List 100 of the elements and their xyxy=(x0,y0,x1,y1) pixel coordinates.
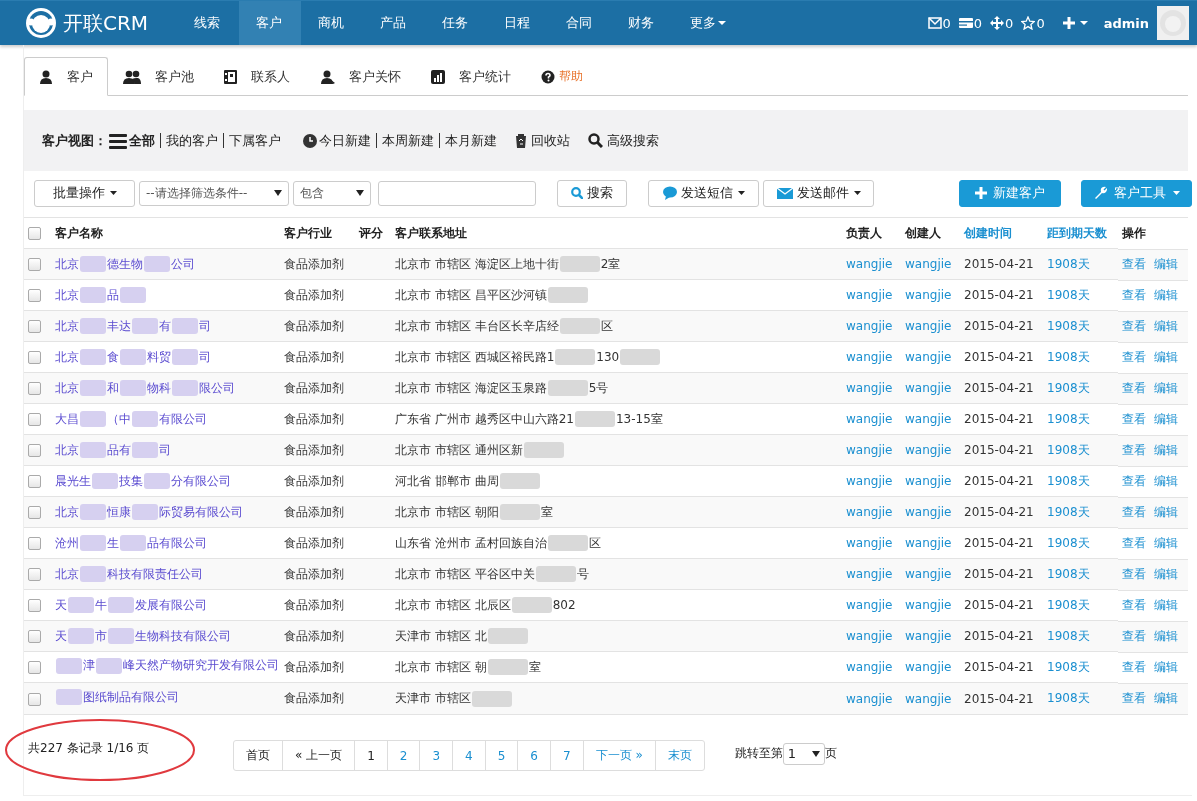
nav-menu-item[interactable]: 更多 xyxy=(673,1,745,45)
column-header[interactable]: 距到期天数 xyxy=(1047,225,1107,240)
nav-menu-item[interactable]: 日程 xyxy=(487,1,549,45)
edit-link[interactable]: 编辑 xyxy=(1154,349,1178,366)
edit-link[interactable]: 编辑 xyxy=(1154,566,1178,583)
page-number-button[interactable]: 3 xyxy=(419,741,453,770)
page-number-button[interactable]: 2 xyxy=(386,741,420,770)
owner-link[interactable]: wangjie xyxy=(846,350,893,364)
view-link[interactable]: 查看 xyxy=(1122,535,1146,552)
creator-link[interactable]: wangjie xyxy=(905,474,952,488)
customer-name-link[interactable]: 大昌 xyxy=(55,410,79,428)
view-link[interactable]: 查看 xyxy=(1122,256,1146,273)
row-checkbox[interactable] xyxy=(28,289,41,302)
customer-name-link[interactable]: 有限公司 xyxy=(159,410,207,428)
customer-name-link[interactable]: 料贸 xyxy=(147,348,171,366)
view-link[interactable]: 查看 xyxy=(1122,597,1146,614)
creator-link[interactable]: wangjie xyxy=(905,598,952,612)
batch-action-button[interactable]: 批量操作 xyxy=(34,179,135,207)
customer-name-link[interactable]: 丰达 xyxy=(107,317,131,335)
period-link[interactable]: 今日新建 xyxy=(319,131,371,150)
page-number-button[interactable]: 1 xyxy=(354,741,387,770)
customer-name-link[interactable]: 分有限公司 xyxy=(171,472,231,490)
period-link[interactable]: 本周新建 xyxy=(382,131,434,150)
customer-name-link[interactable]: 生 xyxy=(107,534,119,552)
next-page-button[interactable]: 下一页 » xyxy=(582,741,655,770)
page-select[interactable]: 1 xyxy=(782,742,825,765)
customer-name-link[interactable]: 北京 xyxy=(55,255,79,273)
page-number-button[interactable]: 7 xyxy=(550,741,583,770)
customer-name-link[interactable]: 际贸易有限公司 xyxy=(159,503,243,521)
customer-name-link[interactable]: 科技有限责任公司 xyxy=(107,565,203,583)
customer-name-link[interactable]: 北京 xyxy=(55,503,79,521)
notification-counter[interactable]: 0 xyxy=(1021,15,1045,31)
customer-name-link[interactable]: 北京 xyxy=(55,379,79,397)
tab[interactable]: 客户池 xyxy=(108,57,209,96)
owner-link[interactable]: wangjie xyxy=(846,598,893,612)
tab[interactable]: 客户关怀 xyxy=(305,57,416,96)
edit-link[interactable]: 编辑 xyxy=(1154,287,1178,304)
edit-link[interactable]: 编辑 xyxy=(1154,597,1178,614)
creator-link[interactable]: wangjie xyxy=(905,660,952,674)
customer-name-link[interactable]: 品 xyxy=(107,286,119,304)
edit-link[interactable]: 编辑 xyxy=(1154,504,1178,521)
row-checkbox[interactable] xyxy=(28,320,41,333)
row-checkbox[interactable] xyxy=(28,506,41,519)
edit-link[interactable]: 编辑 xyxy=(1154,318,1178,335)
view-link[interactable]: 查看 xyxy=(1122,380,1146,397)
page-number-button[interactable]: 6 xyxy=(517,741,550,770)
page-number-button[interactable]: 5 xyxy=(484,741,518,770)
view-link[interactable]: 查看 xyxy=(1122,628,1146,645)
customer-name-link[interactable]: 和 xyxy=(107,379,119,397)
customer-name-link[interactable]: 沧州 xyxy=(55,534,79,552)
search-button[interactable]: 搜索 xyxy=(557,179,627,207)
customer-name-link[interactable]: 发展有限公司 xyxy=(135,596,207,614)
row-checkbox[interactable] xyxy=(28,382,41,395)
view-link[interactable]: 查看 xyxy=(1122,566,1146,583)
last-page-button[interactable]: 末页 xyxy=(654,741,704,770)
view-link[interactable]: 查看 xyxy=(1122,318,1146,335)
customer-name-link[interactable]: 生物科技有限公司 xyxy=(135,627,231,645)
nav-menu-item[interactable]: 合同 xyxy=(549,1,611,45)
help-link[interactable]: 帮助 xyxy=(526,57,598,96)
nav-menu-item[interactable]: 财务 xyxy=(611,1,673,45)
new-customer-button[interactable]: 新建客户 xyxy=(959,179,1061,207)
view-link[interactable]: 查看 xyxy=(1122,442,1146,459)
creator-link[interactable]: wangjie xyxy=(905,412,952,426)
edit-link[interactable]: 编辑 xyxy=(1154,628,1178,645)
view-link[interactable]: 全部 xyxy=(109,131,155,150)
owner-link[interactable]: wangjie xyxy=(846,412,893,426)
owner-link[interactable]: wangjie xyxy=(846,660,893,674)
edit-link[interactable]: 编辑 xyxy=(1154,380,1178,397)
creator-link[interactable]: wangjie xyxy=(905,288,952,302)
nav-menu-item[interactable]: 产品 xyxy=(363,1,425,45)
customer-name-link[interactable]: 晨光生 xyxy=(55,472,91,490)
previous-page-button[interactable]: « 上一页 xyxy=(282,741,355,770)
row-checkbox[interactable] xyxy=(28,661,41,674)
row-checkbox[interactable] xyxy=(28,568,41,581)
period-link[interactable]: 本月新建 xyxy=(445,131,497,150)
customer-name-link[interactable]: 司 xyxy=(159,441,171,459)
send-email-button[interactable]: 发送邮件 xyxy=(763,179,874,207)
notification-counter[interactable]: 0 xyxy=(990,15,1014,31)
view-link[interactable]: 查看 xyxy=(1122,473,1146,490)
view-link[interactable]: 查看 xyxy=(1122,659,1146,676)
edit-link[interactable]: 编辑 xyxy=(1154,411,1178,428)
view-link[interactable]: 查看 xyxy=(1122,504,1146,521)
edit-link[interactable]: 编辑 xyxy=(1154,442,1178,459)
edit-link[interactable]: 编辑 xyxy=(1154,535,1178,552)
nav-menu-item[interactable]: 任务 xyxy=(425,1,487,45)
view-link[interactable]: 查看 xyxy=(1122,349,1146,366)
customer-name-link[interactable]: 天 xyxy=(55,627,67,645)
filter-select[interactable]: --请选择筛选条件-- xyxy=(139,180,289,206)
row-checkbox[interactable] xyxy=(28,630,41,643)
view-link[interactable]: 下属客户 xyxy=(229,131,281,150)
customer-name-link[interactable]: 品有限公司 xyxy=(147,534,207,552)
customer-name-link[interactable]: 天 xyxy=(55,596,67,614)
owner-link[interactable]: wangjie xyxy=(846,288,893,302)
customer-name-link[interactable]: 北京 xyxy=(55,565,79,583)
row-checkbox[interactable] xyxy=(28,258,41,271)
user-avatar[interactable] xyxy=(1157,6,1189,40)
row-checkbox[interactable] xyxy=(28,351,41,364)
send-sms-button[interactable]: 发送短信 xyxy=(648,179,759,207)
owner-link[interactable]: wangjie xyxy=(846,474,893,488)
view-link[interactable]: 查看 xyxy=(1122,690,1146,707)
